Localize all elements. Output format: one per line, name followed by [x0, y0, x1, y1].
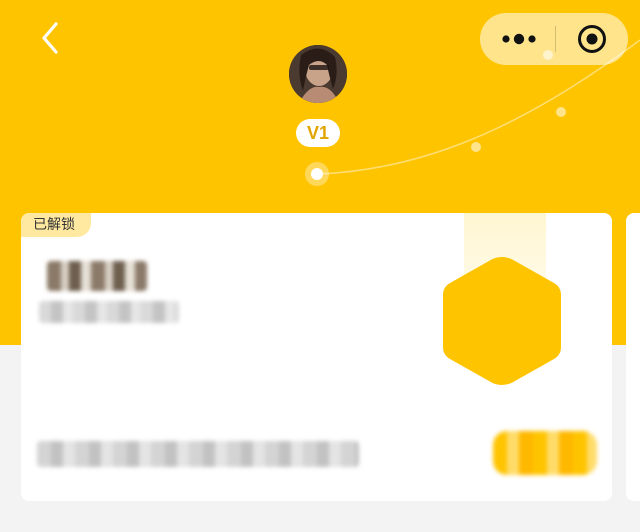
privilege-card[interactable]: 已解锁 — [21, 213, 612, 501]
blurred-action-button[interactable] — [493, 431, 597, 475]
blurred-subtitle — [39, 301, 179, 323]
blurred-title — [47, 261, 147, 291]
more-dots-icon[interactable] — [498, 23, 540, 55]
unlocked-tag: 已解锁 — [21, 213, 91, 237]
level-badge: V1 — [296, 119, 340, 147]
blurred-description — [37, 441, 359, 467]
mini-program-capsule — [480, 13, 628, 65]
target-circle-icon[interactable] — [576, 23, 608, 55]
chevron-left-icon[interactable] — [36, 20, 70, 56]
avatar[interactable] — [289, 45, 347, 103]
current-level-marker — [305, 162, 329, 186]
avatar-image — [289, 45, 347, 103]
hexagon-badge-icon — [443, 257, 561, 385]
capsule-divider — [555, 26, 556, 52]
next-card-peek[interactable] — [626, 213, 640, 501]
